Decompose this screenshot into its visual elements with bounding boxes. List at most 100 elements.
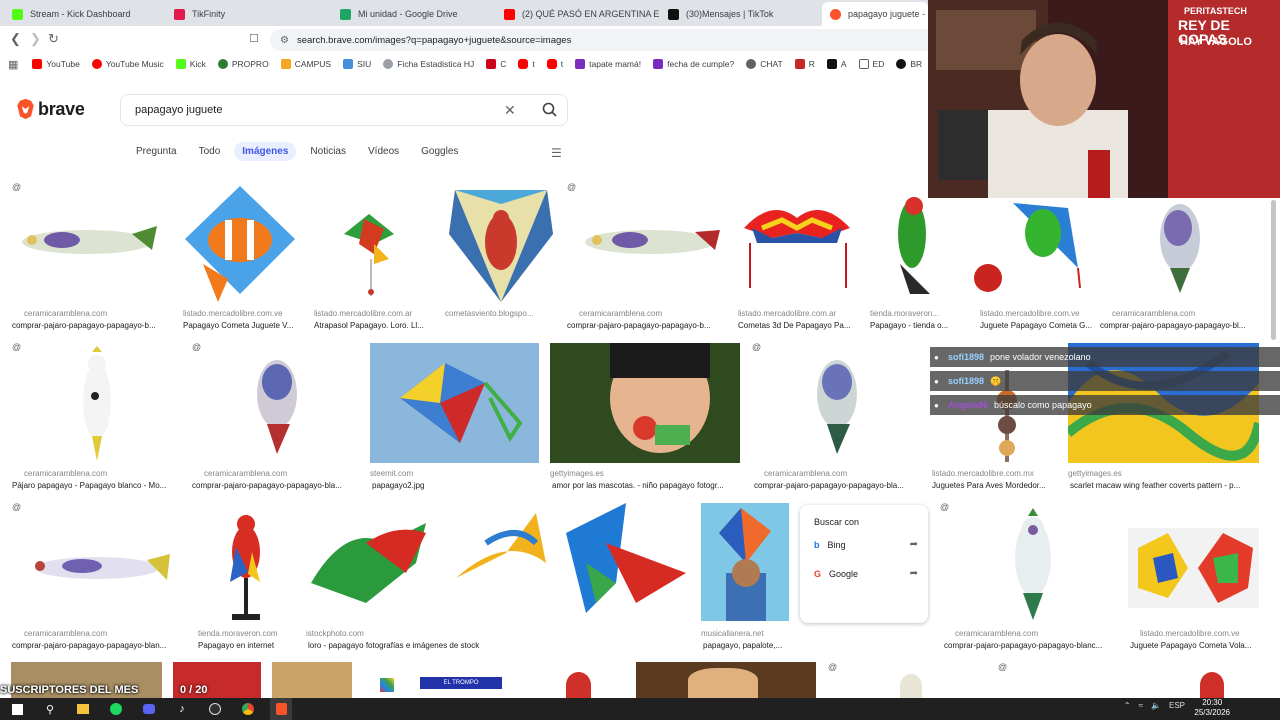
bookmark-item[interactable]: BR bbox=[896, 59, 922, 69]
bookmark-item[interactable]: CAMPUS bbox=[280, 59, 331, 69]
image-result[interactable]: listado.mercadolibre.com.ve Juguete Papa… bbox=[1128, 528, 1268, 653]
clear-icon[interactable]: ✕ bbox=[504, 102, 516, 119]
image-result[interactable]: @ ceramicaramblena.com comprar-pajaro-pa… bbox=[940, 500, 1120, 652]
search-input[interactable]: papagayo juguete ✕ bbox=[120, 94, 568, 126]
result-title[interactable]: papagayo2.jpg bbox=[372, 481, 532, 490]
tiktok-icon[interactable]: ♪ bbox=[171, 698, 193, 720]
tab-pregunta[interactable]: Pregunta bbox=[128, 142, 185, 161]
bookmark-item[interactable]: Ficha Estadistica HJ bbox=[383, 59, 474, 69]
result-title[interactable]: amor por las mascotas. - niño papagayo f… bbox=[552, 481, 742, 490]
site-info-icon[interactable]: ⚙ bbox=[280, 35, 289, 46]
back-icon[interactable]: ❮ bbox=[10, 32, 21, 46]
image-result[interactable]: @ ceramicaramblena.com comprar-pajaro-pa… bbox=[752, 340, 922, 492]
bookmark-item[interactable]: A bbox=[826, 59, 847, 69]
search-icon[interactable]: ⚲ bbox=[39, 698, 61, 720]
image-result[interactable] bbox=[900, 674, 922, 698]
bookmark-item[interactable]: SIU bbox=[343, 59, 371, 69]
result-title[interactable]: comprar-pajaro-papagayo-papagayo-blan... bbox=[12, 641, 182, 650]
image-result[interactable]: tienda.moraveron... Papagayo - tienda o.… bbox=[870, 180, 970, 330]
result-title[interactable]: Papagayo - tienda o... bbox=[870, 321, 965, 330]
result-title[interactable]: papagayo, papalote,... bbox=[703, 641, 791, 650]
bookmark-item[interactable]: PROPRO bbox=[217, 59, 269, 69]
search-with-bing[interactable]: b Bing ➦ bbox=[814, 539, 918, 550]
result-title[interactable]: Juguete Papagayo Cometa G... bbox=[980, 321, 1092, 330]
filter-settings-icon[interactable]: ☰ bbox=[551, 146, 562, 160]
image-result[interactable]: listado.mercadolibre.com.ve Juguete Papa… bbox=[968, 180, 1093, 330]
image-result[interactable]: steemit.com papagayo2.jpg bbox=[370, 343, 540, 493]
image-result[interactable] bbox=[636, 662, 816, 698]
search-with-google[interactable]: G Google ➦ bbox=[814, 568, 918, 579]
result-title[interactable]: Juguetes Para Aves Mordedor... bbox=[932, 481, 1062, 490]
result-title[interactable]: comprar-pajaro-papagayo-papagayo-bla... bbox=[192, 481, 362, 490]
result-title[interactable]: scarlet macaw wing feather coverts patte… bbox=[1070, 481, 1265, 490]
result-title[interactable]: comprar-pajaro-papagayo-papagayo-bl... bbox=[1100, 321, 1260, 330]
bookmark-item[interactable]: t bbox=[518, 59, 535, 69]
result-title[interactable]: Atrapasol Papagayo. Loro. Ll... bbox=[314, 321, 439, 330]
search-icon[interactable] bbox=[541, 101, 559, 119]
bookmark-icon[interactable]: ☐ bbox=[249, 32, 259, 46]
image-result[interactable]: listado.mercadolibre.com.ar Atrapasol Pa… bbox=[314, 180, 439, 330]
image-result[interactable]: listado.mercadolibre.com.ar Cometas 3d D… bbox=[738, 180, 863, 330]
image-result[interactable]: istockphoto.com loro - papagayo fotograf… bbox=[306, 503, 696, 653]
bookmark-item[interactable]: YouTube bbox=[32, 59, 80, 69]
bookmark-item[interactable]: t bbox=[546, 59, 563, 69]
brave-logo[interactable]: brave bbox=[16, 98, 85, 120]
chevron-up-icon[interactable]: ⌃ bbox=[1124, 701, 1131, 710]
windows-start-icon[interactable] bbox=[6, 698, 28, 720]
result-title[interactable]: comprar-pajaro-papagayo-papagayo-b... bbox=[567, 321, 727, 330]
tab-tikfinity[interactable]: TikFinity bbox=[166, 2, 332, 26]
image-result[interactable] bbox=[566, 672, 591, 698]
result-title[interactable]: Pájaro papagayo - Papagayo blanco - Mo..… bbox=[12, 481, 182, 490]
address-bar[interactable]: ⚙ search.brave.com/images?q=papagayo+jug… bbox=[270, 29, 970, 51]
brave-icon[interactable] bbox=[270, 698, 292, 720]
image-result[interactable] bbox=[272, 662, 352, 698]
image-result[interactable]: listado.mercadolibre.com.ve Papagayo Com… bbox=[183, 180, 308, 330]
bookmark-item[interactable]: tapate mamá! bbox=[575, 59, 641, 69]
tab-goggles[interactable]: Goggles bbox=[413, 142, 466, 161]
spotify-icon[interactable] bbox=[105, 698, 127, 720]
result-title[interactable]: comprar-pajaro-papagayo-papagayo-blanc..… bbox=[944, 641, 1119, 650]
bookmark-item[interactable]: YouTube Music bbox=[91, 59, 164, 69]
tab-noticias[interactable]: Noticias bbox=[302, 142, 354, 161]
bookmark-item[interactable]: fecha de cumple? bbox=[653, 59, 734, 69]
tab-tiktok[interactable]: (30)Mensajes | TikTok bbox=[660, 2, 822, 26]
apps-grid-icon[interactable]: ▦ bbox=[8, 58, 18, 71]
bookmark-item[interactable]: C bbox=[486, 59, 506, 69]
obs-icon[interactable] bbox=[204, 698, 226, 720]
result-title[interactable]: loro - papagayo fotografías e imágenes d… bbox=[308, 641, 608, 650]
page-scrollbar[interactable] bbox=[1271, 200, 1276, 340]
image-result[interactable]: tienda.moraveron.com Papagayo en interne… bbox=[198, 500, 298, 652]
image-result[interactable]: @ ceramicaramblena.com comprar-pajaro-pa… bbox=[12, 500, 182, 652]
bookmark-item[interactable]: Kick bbox=[175, 59, 206, 69]
result-title[interactable]: comprar-pajaro-papagayo-papagayo-b... bbox=[12, 321, 177, 330]
tab-drive[interactable]: Mi unidad - Google Drive bbox=[332, 2, 496, 26]
image-result[interactable]: @ ceramicaramblena.com comprar-pajaro-pa… bbox=[12, 180, 172, 330]
file-explorer-icon[interactable] bbox=[72, 698, 94, 720]
forward-icon[interactable]: ❯ bbox=[30, 32, 41, 46]
result-title[interactable]: Papagayo Cometa Juguete V... bbox=[183, 321, 303, 330]
image-result[interactable]: @ ceramicaramblena.com comprar-pajaro-pa… bbox=[192, 340, 362, 492]
image-result[interactable]: @ ceramicaramblena.com comprar-pajaro-pa… bbox=[567, 180, 727, 330]
clock[interactable]: 20:30 25/3/2026 bbox=[1194, 698, 1230, 718]
tab-brave-search[interactable]: papagayo juguete - Bra bbox=[822, 2, 928, 26]
result-title[interactable]: Juguete Papagayo Cometa Vola... bbox=[1130, 641, 1268, 650]
bookmark-item[interactable]: ED bbox=[858, 59, 884, 69]
language-indicator[interactable]: ESP bbox=[1169, 701, 1185, 710]
reload-icon[interactable]: ↻ bbox=[48, 32, 59, 46]
image-result[interactable]: cometasviento.blogspo... bbox=[445, 180, 565, 330]
image-result[interactable]: musicallanera.net papagayo, papalote,... bbox=[701, 503, 791, 653]
tab-videos[interactable]: Vídeos bbox=[360, 142, 407, 161]
tab-kick[interactable]: Stream - Kick Dashboard bbox=[4, 2, 166, 26]
tab-youtube[interactable]: (2) QUÉ PASÓ EN ARGENTINA EN FEB bbox=[496, 2, 660, 26]
tab-imagenes[interactable]: Imágenes bbox=[234, 142, 297, 161]
tab-todo[interactable]: Todo bbox=[191, 142, 229, 161]
image-result[interactable] bbox=[1200, 672, 1224, 698]
volume-icon[interactable]: 🔈 bbox=[1151, 701, 1161, 710]
image-result[interactable]: ceramicaramblena.com comprar-pajaro-papa… bbox=[1100, 180, 1260, 330]
image-result[interactable]: gettyimages.es amor por las mascotas. - … bbox=[550, 343, 742, 493]
wifi-icon[interactable]: ≈ bbox=[1139, 701, 1143, 710]
discord-icon[interactable] bbox=[138, 698, 160, 720]
image-result[interactable]: @ ceramicaramblena.com Pájaro papagayo -… bbox=[12, 340, 182, 492]
chrome-icon[interactable] bbox=[237, 698, 259, 720]
result-title[interactable]: Papagayo en internet bbox=[198, 641, 298, 650]
